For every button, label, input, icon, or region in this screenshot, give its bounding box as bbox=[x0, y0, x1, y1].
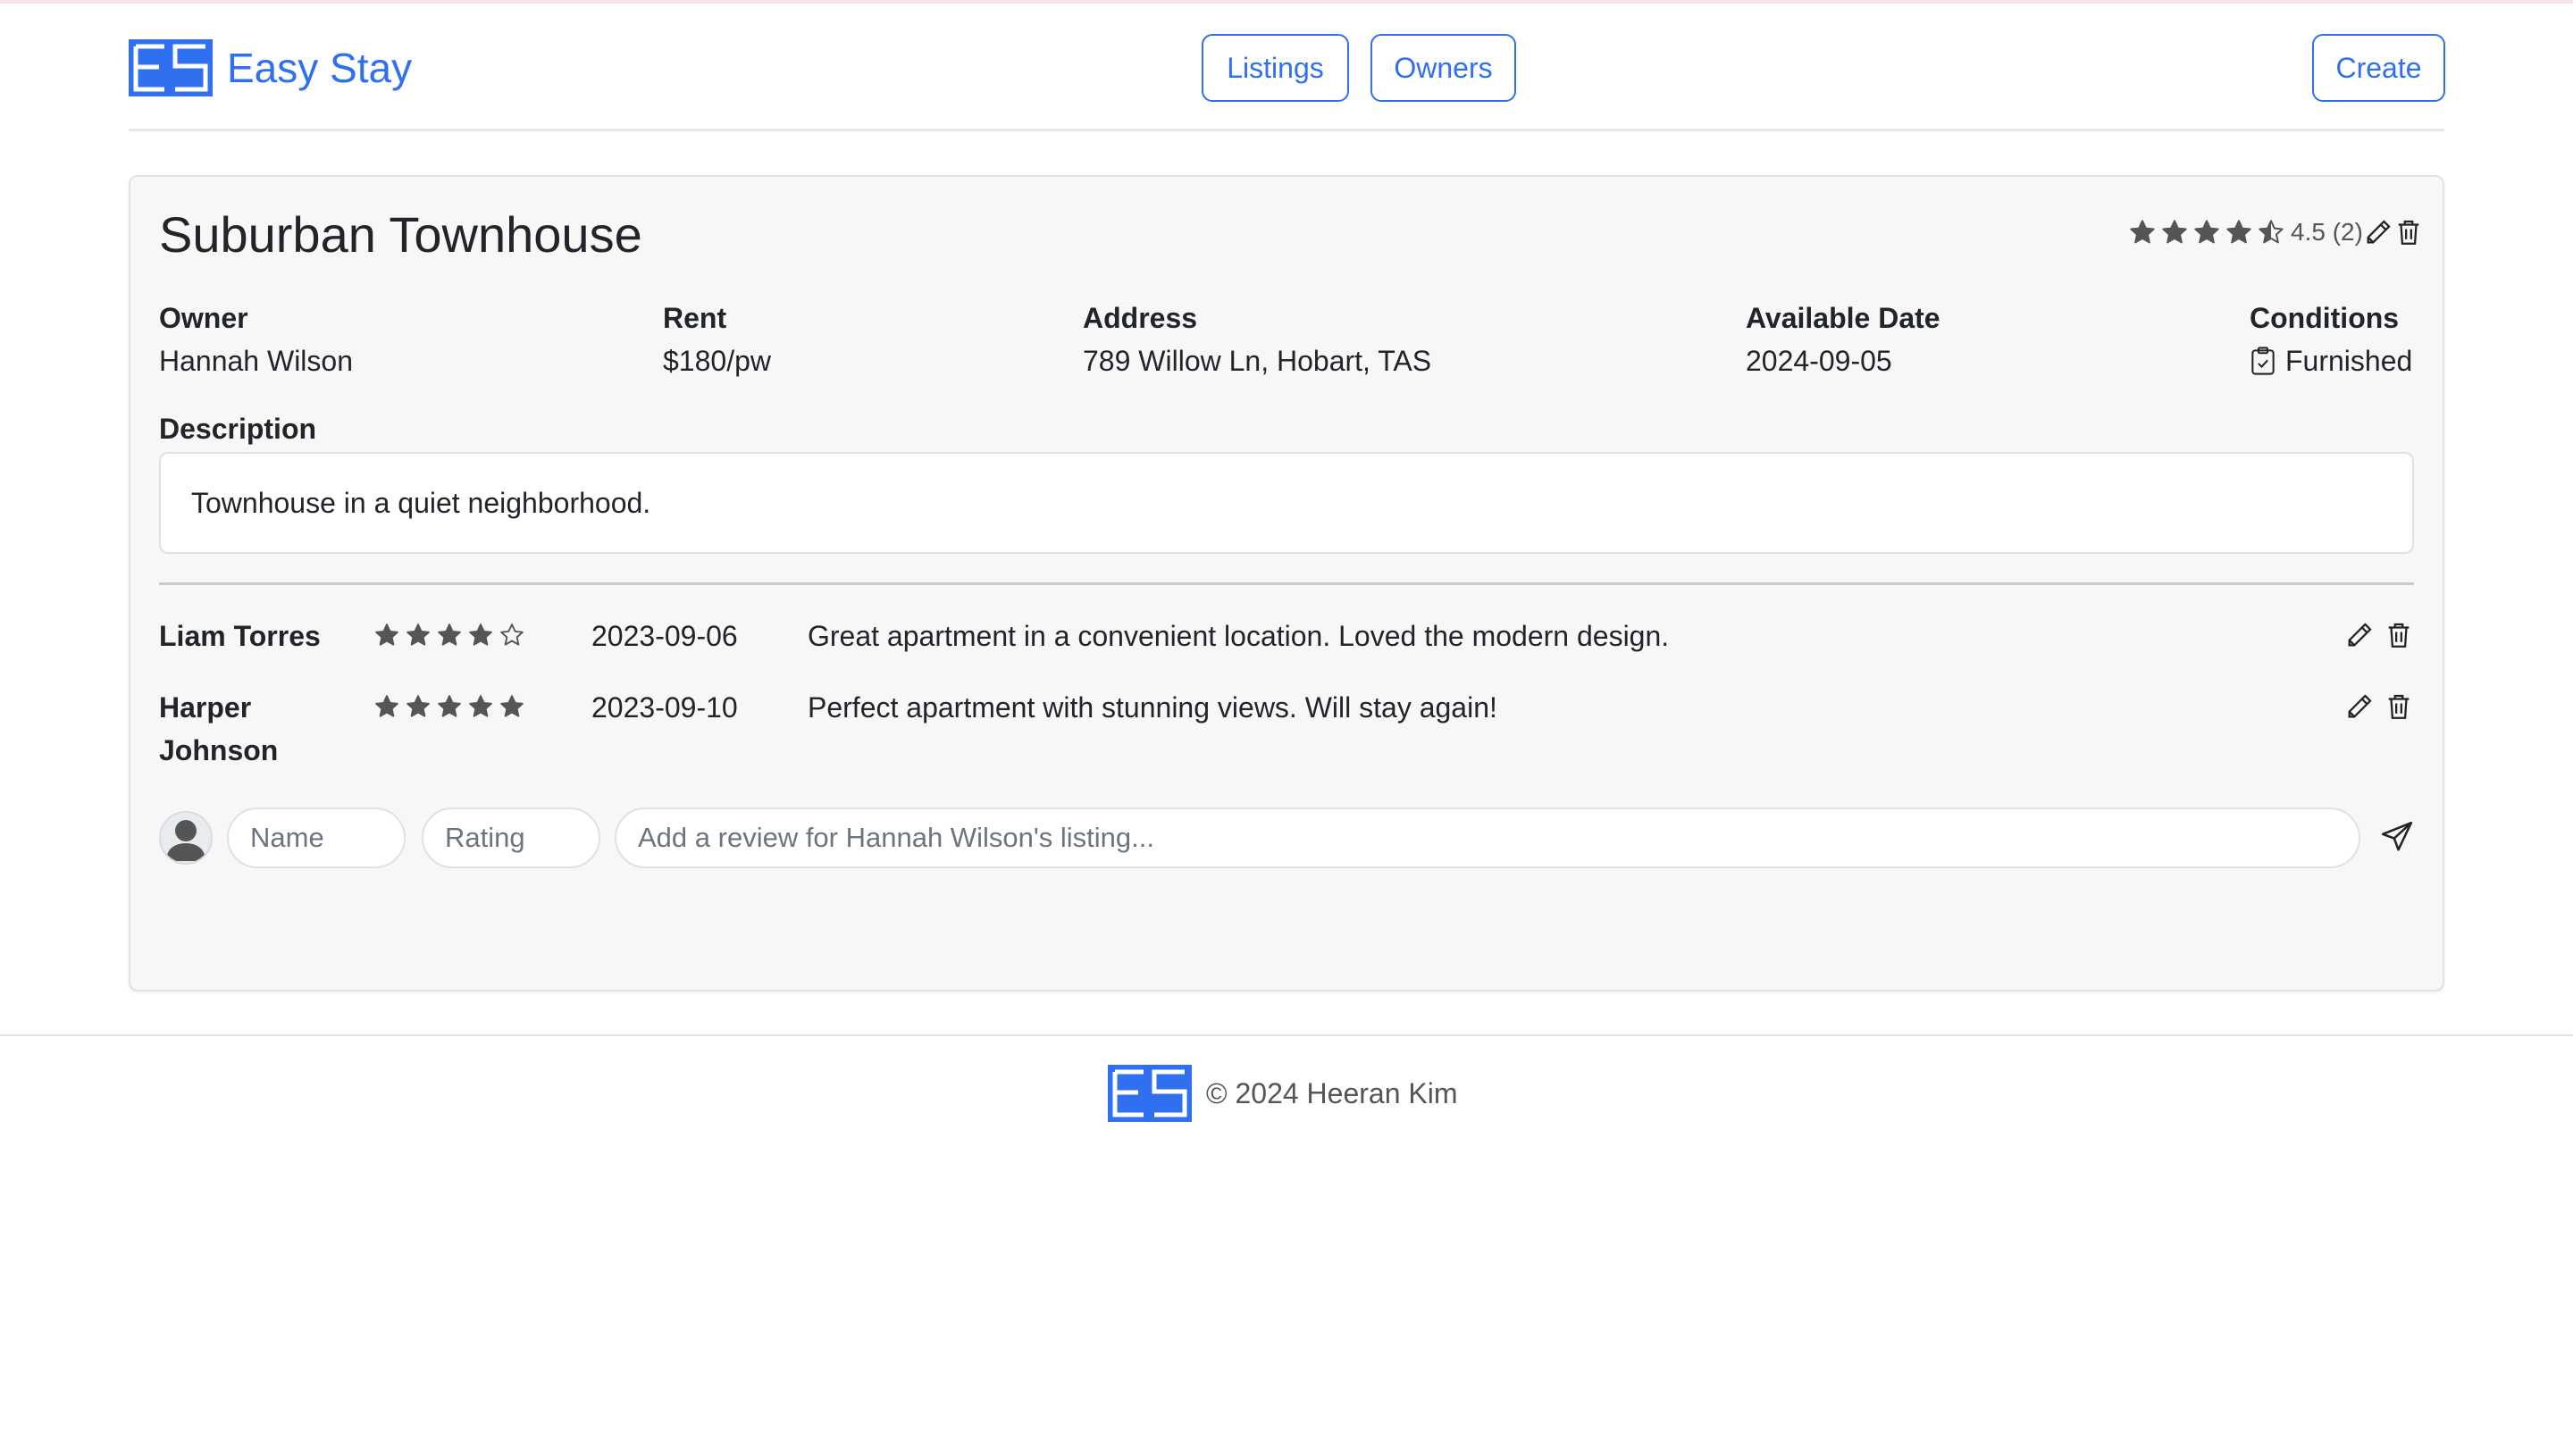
listing-title: Suburban Townhouse bbox=[159, 206, 642, 263]
footer-divider bbox=[0, 1034, 2573, 1036]
navbar: Easy Stay Listings Owners Create bbox=[0, 4, 2573, 130]
listing-card: Suburban Townhouse 4.5 (2) Owner Hannah … bbox=[129, 175, 2444, 992]
conditions-label: Conditions bbox=[2250, 302, 2400, 334]
address-label: Address bbox=[1083, 302, 1198, 334]
listing-rating: 4.5 (2) bbox=[2128, 214, 2424, 250]
delete-review-button[interactable] bbox=[2384, 691, 2414, 722]
nav-listings-button[interactable]: Listings bbox=[1202, 34, 1349, 102]
star-filled-icon bbox=[500, 695, 524, 717]
easy-stay-logo-icon bbox=[129, 39, 213, 96]
trash-icon bbox=[2388, 694, 2410, 719]
review-text: Great apartment in a convenient location… bbox=[808, 620, 1670, 652]
review-input[interactable] bbox=[615, 807, 2360, 868]
star-filled-icon bbox=[2162, 220, 2187, 244]
edit-review-button[interactable] bbox=[2344, 620, 2375, 650]
review-author: Harper Johnson bbox=[159, 691, 279, 766]
star-empty-icon bbox=[500, 623, 524, 646]
available-date-label: Available Date bbox=[1746, 302, 1940, 334]
listing-rating-text: 4.5 (2) bbox=[2291, 218, 2363, 246]
nav-owners-button[interactable]: Owners bbox=[1370, 34, 1516, 102]
review-author: Liam Torres bbox=[159, 620, 321, 652]
edit-listing-button[interactable] bbox=[2363, 217, 2393, 247]
pencil-icon bbox=[2348, 623, 2372, 647]
reviewer-name-input[interactable] bbox=[227, 807, 406, 868]
star-half-icon bbox=[2259, 220, 2284, 244]
star-filled-icon bbox=[406, 695, 430, 717]
delete-listing-button[interactable] bbox=[2393, 217, 2424, 247]
brand-link[interactable]: Easy Stay bbox=[129, 39, 412, 96]
review-date: 2023-09-10 bbox=[591, 691, 738, 724]
address-value: 789 Willow Ln, Hobart, TAS bbox=[1083, 345, 1432, 377]
rent-value: $180/pw bbox=[663, 345, 771, 377]
delete-review-button[interactable] bbox=[2384, 620, 2414, 650]
clipboard-check-icon bbox=[2251, 347, 2275, 375]
review-star-rating bbox=[373, 693, 530, 720]
review-row: Harper Johnson 2023-09-10 Perfect apartm… bbox=[159, 686, 2414, 766]
star-filled-icon bbox=[406, 623, 430, 646]
review-text: Perfect apartment with stunning views. W… bbox=[808, 691, 1497, 724]
review-star-rating bbox=[373, 622, 530, 649]
review-actions bbox=[2344, 691, 2414, 722]
star-filled-icon bbox=[469, 695, 492, 717]
listing-star-rating bbox=[2128, 218, 2289, 247]
review-actions bbox=[2344, 620, 2414, 650]
easy-stay-logo-icon bbox=[1108, 1065, 1192, 1122]
edit-review-button[interactable] bbox=[2344, 691, 2375, 722]
star-filled-icon bbox=[375, 623, 398, 646]
owner-value: Hannah Wilson bbox=[159, 345, 353, 377]
star-filled-icon bbox=[2194, 220, 2219, 244]
avatar bbox=[159, 811, 213, 865]
star-filled-icon bbox=[469, 623, 492, 646]
description-text: Townhouse in a quiet neighborhood. bbox=[191, 486, 651, 519]
add-review-form bbox=[159, 807, 2414, 870]
star-filled-icon bbox=[375, 695, 398, 717]
star-filled-icon bbox=[438, 695, 461, 717]
rating-input[interactable] bbox=[422, 807, 600, 868]
trash-icon bbox=[2388, 623, 2410, 648]
conditions-text: Furnished bbox=[2285, 345, 2413, 377]
send-review-button[interactable] bbox=[2380, 820, 2414, 854]
footer: © 2024 Heeran Kim bbox=[1108, 1065, 1458, 1122]
pencil-icon bbox=[2367, 220, 2391, 244]
create-button[interactable]: Create bbox=[2312, 34, 2445, 102]
send-icon bbox=[2381, 821, 2413, 851]
review-row: Liam Torres 2023-09-06 Great apartment i… bbox=[159, 615, 2414, 686]
brand-name: Easy Stay bbox=[227, 45, 413, 91]
description-box: Townhouse in a quiet neighborhood. bbox=[159, 452, 2414, 554]
navbar-divider bbox=[129, 129, 2444, 131]
star-filled-icon bbox=[2130, 220, 2155, 244]
pencil-icon bbox=[2348, 694, 2372, 718]
star-filled-icon bbox=[2226, 220, 2251, 244]
star-filled-icon bbox=[438, 623, 461, 646]
person-icon bbox=[166, 820, 205, 861]
owner-label: Owner bbox=[159, 302, 248, 334]
available-date-value: 2024-09-05 bbox=[1746, 345, 1892, 377]
trash-icon bbox=[2398, 220, 2419, 245]
rent-label: Rent bbox=[663, 302, 727, 334]
description-label: Description bbox=[159, 413, 317, 445]
copyright-text: © 2024 Heeran Kim bbox=[1206, 1076, 1458, 1109]
conditions-value: Furnished bbox=[2250, 343, 2412, 379]
reviews-divider bbox=[159, 582, 2414, 585]
review-date: 2023-09-06 bbox=[591, 620, 738, 652]
